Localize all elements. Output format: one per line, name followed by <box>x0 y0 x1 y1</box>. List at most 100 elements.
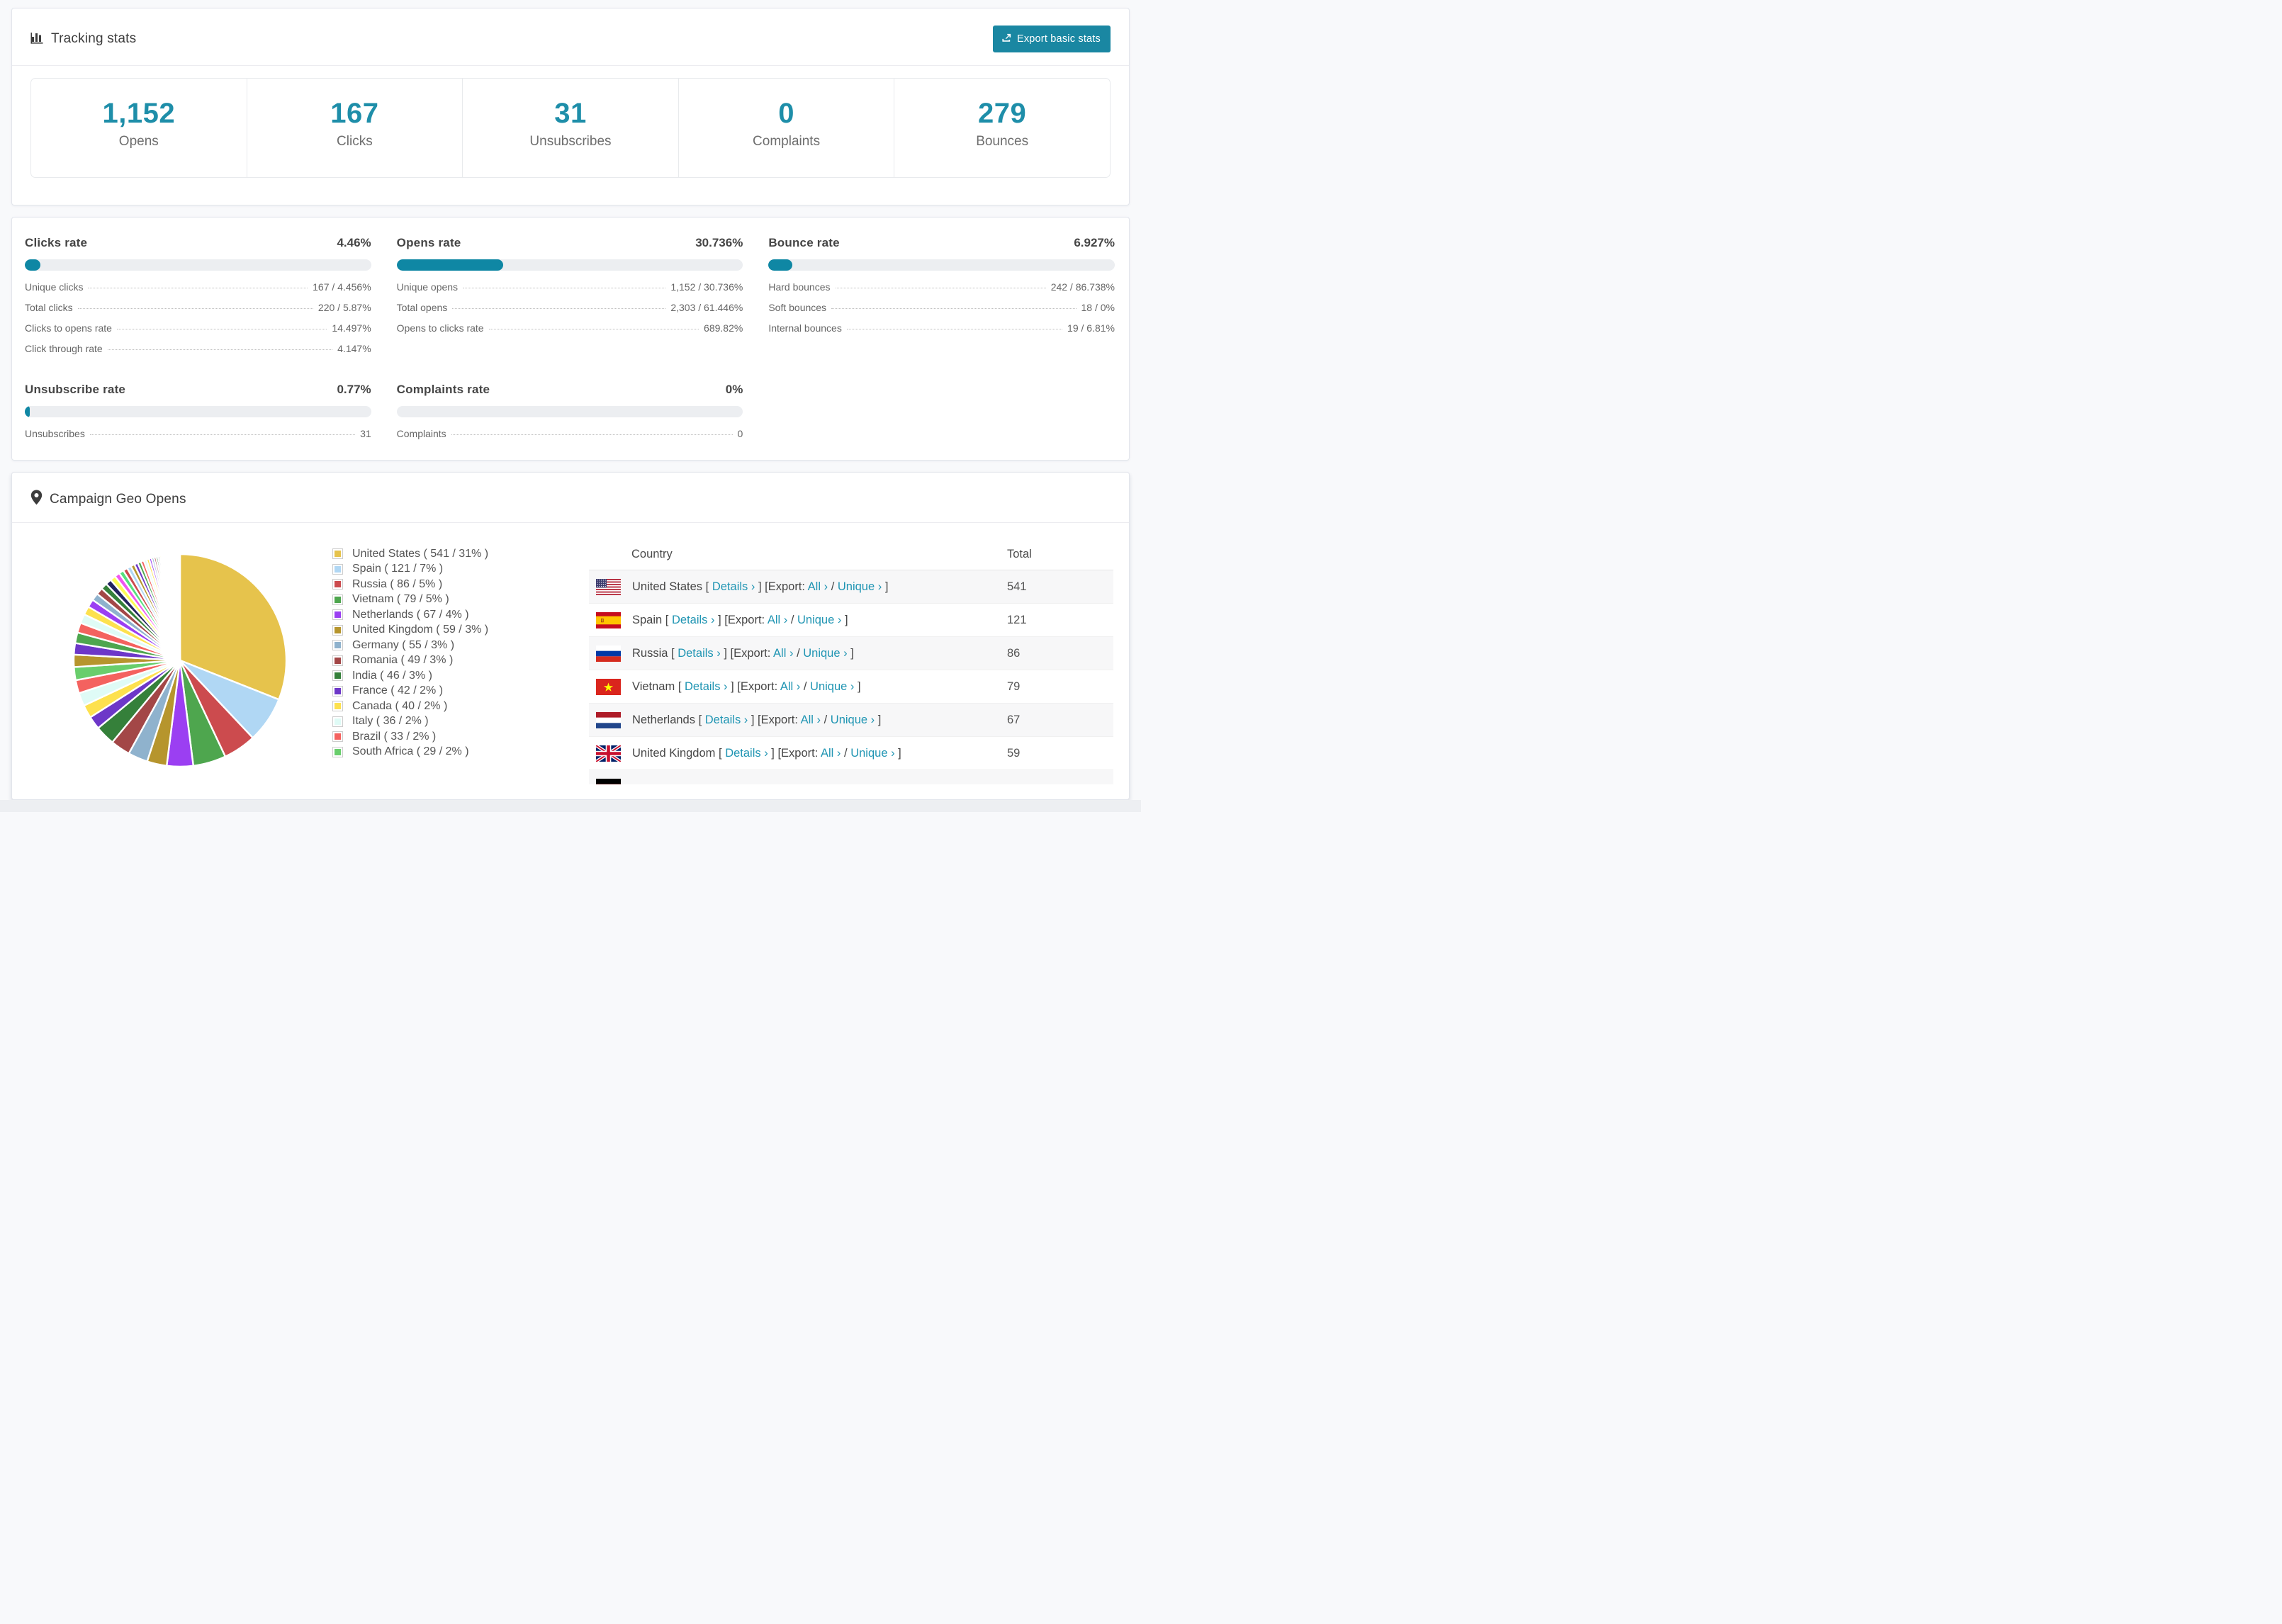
legend-item: India ( 46 / 3% ) <box>332 668 488 684</box>
rate-row-label: Unique clicks <box>25 281 84 293</box>
legend-label: Italy ( 36 / 2% ) <box>352 715 429 728</box>
export-unique-link[interactable]: Unique › <box>850 747 894 760</box>
progress-bar-bounce <box>768 259 1115 271</box>
rate-rows: Complaints 0 <box>397 428 743 449</box>
export-unique-link[interactable]: Unique › <box>803 647 847 660</box>
rate-row: Unique clicks 167 / 4.456% <box>25 281 371 302</box>
stat-label: Opens <box>118 134 159 149</box>
legend-item: United Kingdom ( 59 / 3% ) <box>332 623 488 638</box>
rate-head: Unsubscribe rate 0.77% <box>25 383 371 397</box>
rate-row: Total clicks 220 / 5.87% <box>25 302 371 322</box>
export-label: ] [Export: <box>724 646 771 660</box>
progress-bar-opens <box>396 259 743 271</box>
legend-swatch <box>332 701 343 712</box>
stat-cell-complaints: 0 Complaints <box>678 79 894 177</box>
legend-label: Spain ( 121 / 7% ) <box>352 563 444 575</box>
rate-value: 6.927% <box>1074 236 1115 249</box>
stat-label: Clicks <box>337 134 373 149</box>
rate-row: Internal bounces 19 / 6.81% <box>768 322 1115 343</box>
rate-row-label: Unique opens <box>396 281 459 293</box>
export-all-link[interactable]: All › <box>780 680 800 693</box>
nl-flag-icon <box>596 711 621 728</box>
rate-block-unsubscribe: Unsubscribe rate 0.77% Unsubscribes 31 <box>25 383 371 449</box>
export-button-label: Export basic stats <box>1016 33 1101 45</box>
details-link[interactable]: Details › <box>705 714 748 726</box>
legend-label: Brazil ( 33 / 2% ) <box>352 730 437 743</box>
progress-bar-complaints <box>396 406 743 417</box>
rate-head: Opens rate 30.736% <box>397 236 743 250</box>
rate-head: Clicks rate 4.46% <box>25 236 371 250</box>
export-all-link[interactable]: All › <box>768 614 787 626</box>
progress-bar-unsubscribe <box>25 406 371 417</box>
rate-row-value: 2,303 / 61.446% <box>670 302 743 313</box>
rate-rows: Unique clicks 167 / 4.456% Total clicks 220… <box>25 281 371 363</box>
rate-block-bounce: Bounce rate 6.927% Hard bounces 242 / 86.73… <box>768 236 1115 363</box>
rate-row-value: 4.147% <box>337 343 371 354</box>
tracking-stats-title-text: Tracking stats <box>51 31 137 46</box>
geo-table-wrap: Country Total United States [ Details › … <box>589 539 1113 784</box>
country-cell: Vietnam [ Details › ] [Export: All › / U… <box>632 680 1007 694</box>
export-all-link[interactable]: All › <box>773 647 793 660</box>
slash: / <box>803 680 811 693</box>
legend-swatch <box>332 609 343 621</box>
legend-item: Brazil ( 33 / 2% ) <box>332 729 488 745</box>
dotted-leader <box>89 434 356 435</box>
details-link[interactable]: Details › <box>685 680 728 693</box>
country-name: Netherlands <box>632 713 695 726</box>
details-link[interactable]: Details › <box>712 580 755 593</box>
tracking-stats-title: Tracking stats <box>30 30 136 48</box>
total-column-header: Total <box>1007 548 1032 560</box>
export-unique-link[interactable]: Unique › <box>810 680 854 693</box>
legend-swatch <box>332 624 343 636</box>
details-link[interactable]: Details › <box>672 614 715 626</box>
export-icon <box>1001 32 1012 45</box>
legend-label: United States ( 541 / 31% ) <box>352 547 489 560</box>
rate-rows: Unsubscribes 31 <box>25 428 371 449</box>
stat-label: Complaints <box>753 134 821 149</box>
country-name: Spain <box>632 613 663 626</box>
bracket-close: ] <box>858 680 861 693</box>
rate-row: Opens to clicks rate 689.82% <box>397 322 743 343</box>
de-flag-icon <box>596 778 621 784</box>
export-all-link[interactable]: All › <box>821 747 841 760</box>
geo-divider <box>12 522 1129 523</box>
rate-title: Opens rate <box>396 236 461 249</box>
header-divider <box>12 65 1129 66</box>
rate-rows: Unique opens 1,152 / 30.736% Total opens 2,… <box>397 281 743 343</box>
export-unique-link[interactable]: Unique › <box>831 714 875 726</box>
geo-header: Campaign Geo Opens <box>12 473 1129 522</box>
legend-item: South Africa ( 29 / 2% ) <box>332 745 488 760</box>
table-row: United States [ Details › ] [Export: All… <box>589 570 1113 604</box>
summary-stats-strip: 1,152 Opens 167 Clicks 31 Unsubscribes 0 Compla… <box>30 78 1111 178</box>
rate-block-opens: Opens rate 30.736% Unique opens 1,152 / 30.… <box>396 236 743 363</box>
country-cell: United States [ Details › ] [Export: All… <box>632 580 1007 594</box>
rate-row-label: Opens to clicks rate <box>396 322 484 334</box>
geo-pie-chart[interactable] <box>70 551 290 770</box>
rate-value: 4.46% <box>337 236 371 249</box>
details-link[interactable]: Details › <box>678 647 721 660</box>
export-unique-link[interactable]: Unique › <box>797 614 841 626</box>
geo-table-header: Country Total <box>589 539 1113 570</box>
rate-head: Complaints rate 0% <box>397 383 743 397</box>
rates-grid: Clicks rate 4.46% Unique clicks 167 / 4.456… <box>25 236 1115 449</box>
legend-item: United States ( 541 / 31% ) <box>332 546 488 562</box>
stat-value: 279 <box>978 98 1027 129</box>
country-cell: Netherlands [ Details › ] [Export: All ›… <box>632 714 1007 727</box>
export-unique-link[interactable]: Unique › <box>838 580 882 593</box>
table-row: Vietnam [ Details › ] [Export: All › / U… <box>589 670 1113 704</box>
rate-row-value: 242 / 86.738% <box>1050 281 1115 293</box>
pie-slice[interactable] <box>179 553 181 661</box>
rate-row-value: 689.82% <box>704 322 743 334</box>
export-all-link[interactable]: All › <box>801 714 821 726</box>
progress-bar-fill <box>768 259 793 271</box>
export-all-link[interactable]: All › <box>808 580 828 593</box>
legend-label: India ( 46 / 3% ) <box>352 669 432 682</box>
export-basic-stats-button[interactable]: Export basic stats <box>992 26 1111 52</box>
dotted-leader <box>831 308 1077 309</box>
legend-item: Germany ( 55 / 3% ) <box>332 638 488 653</box>
legend-item: Vietnam ( 79 / 5% ) <box>332 592 488 608</box>
bracket: [ <box>719 746 722 760</box>
map-pin-icon <box>30 490 43 509</box>
details-link[interactable]: Details › <box>725 747 768 760</box>
legend-label: Vietnam ( 79 / 5% ) <box>352 593 449 606</box>
